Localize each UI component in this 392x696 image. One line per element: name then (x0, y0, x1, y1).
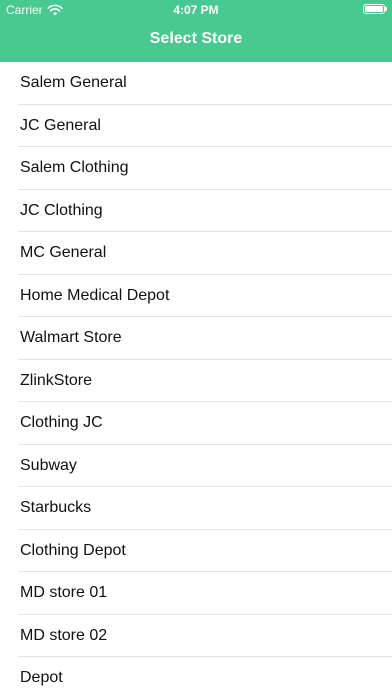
store-item[interactable]: ZlinkStore (0, 360, 392, 403)
store-item[interactable]: Salem General (0, 62, 392, 105)
status-time: 4:07 PM (173, 3, 219, 17)
status-bar: Carrier 4:07 PM (0, 0, 392, 20)
store-item[interactable]: MD store 02 (0, 615, 392, 658)
store-item[interactable]: JC Clothing (0, 190, 392, 233)
store-item[interactable]: Walmart Store (0, 317, 392, 360)
store-item[interactable]: Clothing Depot (0, 530, 392, 573)
store-item[interactable]: Subway (0, 445, 392, 488)
store-item[interactable]: Home Medical Depot (0, 275, 392, 318)
store-item[interactable]: Clothing JC (0, 402, 392, 445)
store-item[interactable]: Salem Clothing (0, 147, 392, 190)
battery-icon (363, 4, 387, 14)
nav-header: Carrier 4:07 PM Select Store (0, 0, 392, 62)
store-item[interactable]: Starbucks (0, 487, 392, 530)
store-item[interactable]: MD store 01 (0, 572, 392, 615)
store-item[interactable]: JC General (0, 105, 392, 148)
page-title: Select Store (149, 30, 243, 47)
store-item[interactable]: Depot (0, 657, 392, 696)
store-list: Salem General JC General Salem Clothing … (0, 62, 392, 696)
store-item[interactable]: MC General (0, 232, 392, 275)
